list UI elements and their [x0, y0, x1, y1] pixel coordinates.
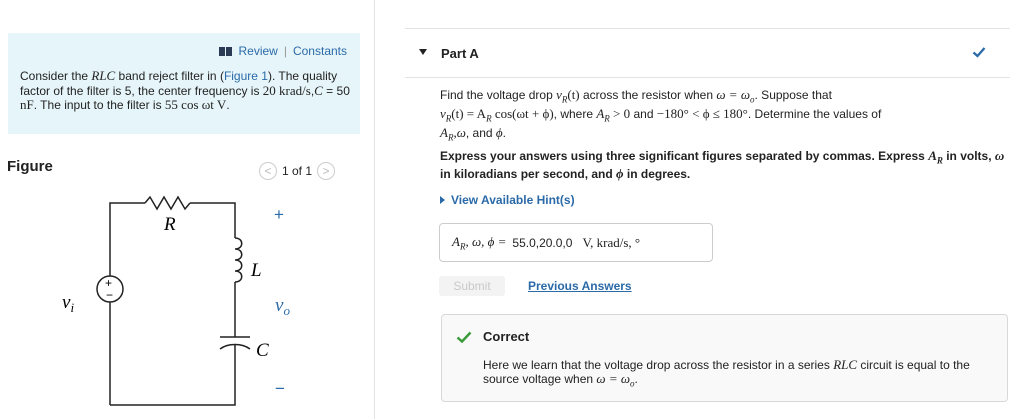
- constants-link[interactable]: Constants: [293, 44, 347, 58]
- feedback-text: Here we learn that the voltage drop acro…: [483, 357, 970, 389]
- answer-display: AR, ω, ϕ = 55.0,20.0,0 V, krad/s, °: [439, 223, 713, 262]
- output-plus-sign: +: [274, 205, 284, 224]
- resistor-zigzag: [144, 195, 191, 211]
- capacitor-label: C: [256, 340, 269, 361]
- inductor-label: L: [250, 260, 262, 281]
- inductor-coil: [234, 237, 243, 283]
- collapse-caret-icon[interactable]: [419, 49, 427, 55]
- previous-answers-link[interactable]: Previous Answers: [528, 279, 632, 293]
- problem-text: Consider the RLC band reject filter in (…: [20, 68, 350, 112]
- next-figure-button[interactable]: >: [317, 162, 336, 180]
- output-voltage-label: vo: [275, 295, 290, 318]
- review-link[interactable]: Review: [238, 44, 277, 58]
- answer-instructions: Express your answers using three signifi…: [440, 148, 1005, 182]
- review-constants-bar: Review | Constants: [219, 44, 347, 58]
- answer-units: V, krad/s, °: [582, 234, 641, 250]
- part-a-header[interactable]: Part A: [405, 28, 1010, 78]
- figure-link[interactable]: Figure 1: [224, 69, 268, 83]
- problem-statement-box: Review | Constants Consider the RLC band…: [8, 33, 360, 134]
- resistor-label: R: [163, 214, 176, 235]
- checkmark-icon: [972, 47, 986, 58]
- figure-label: Figure: [7, 158, 53, 175]
- correct-check-icon: [456, 331, 472, 344]
- separator: |: [283, 44, 287, 58]
- prev-figure-button[interactable]: <: [259, 162, 277, 180]
- feedback-title: Correct: [483, 329, 530, 344]
- figure-pager: < 1 of 1 >: [259, 162, 336, 180]
- expand-triangle-icon: [440, 196, 445, 204]
- question-text: Find the voltage drop vR(t) across the r…: [440, 87, 882, 143]
- answer-variables: AR, ω, ϕ =: [452, 233, 507, 252]
- figure-page-count: 1 of 1: [282, 164, 313, 178]
- problem-panel: Review | Constants Consider the RLC band…: [0, 0, 374, 419]
- feedback-box: Correct Here we learn that the voltage d…: [441, 314, 1008, 402]
- hint-label: View Available Hint(s): [451, 193, 575, 207]
- input-voltage-label: vi: [62, 292, 74, 315]
- part-title: Part A: [441, 46, 479, 61]
- view-hints-toggle[interactable]: View Available Hint(s): [440, 193, 575, 207]
- output-minus-sign: −: [275, 379, 285, 398]
- submit-button[interactable]: Submit: [439, 276, 505, 296]
- answer-value: 55.0,20.0,0: [512, 235, 573, 250]
- rlc-circuit-diagram: + − R L C vi vo + −: [62, 195, 290, 406]
- answer-panel: Part A Find the voltage drop vR(t) acros…: [375, 0, 1024, 419]
- book-icon: [219, 46, 233, 56]
- source-minus-sign: −: [106, 288, 113, 302]
